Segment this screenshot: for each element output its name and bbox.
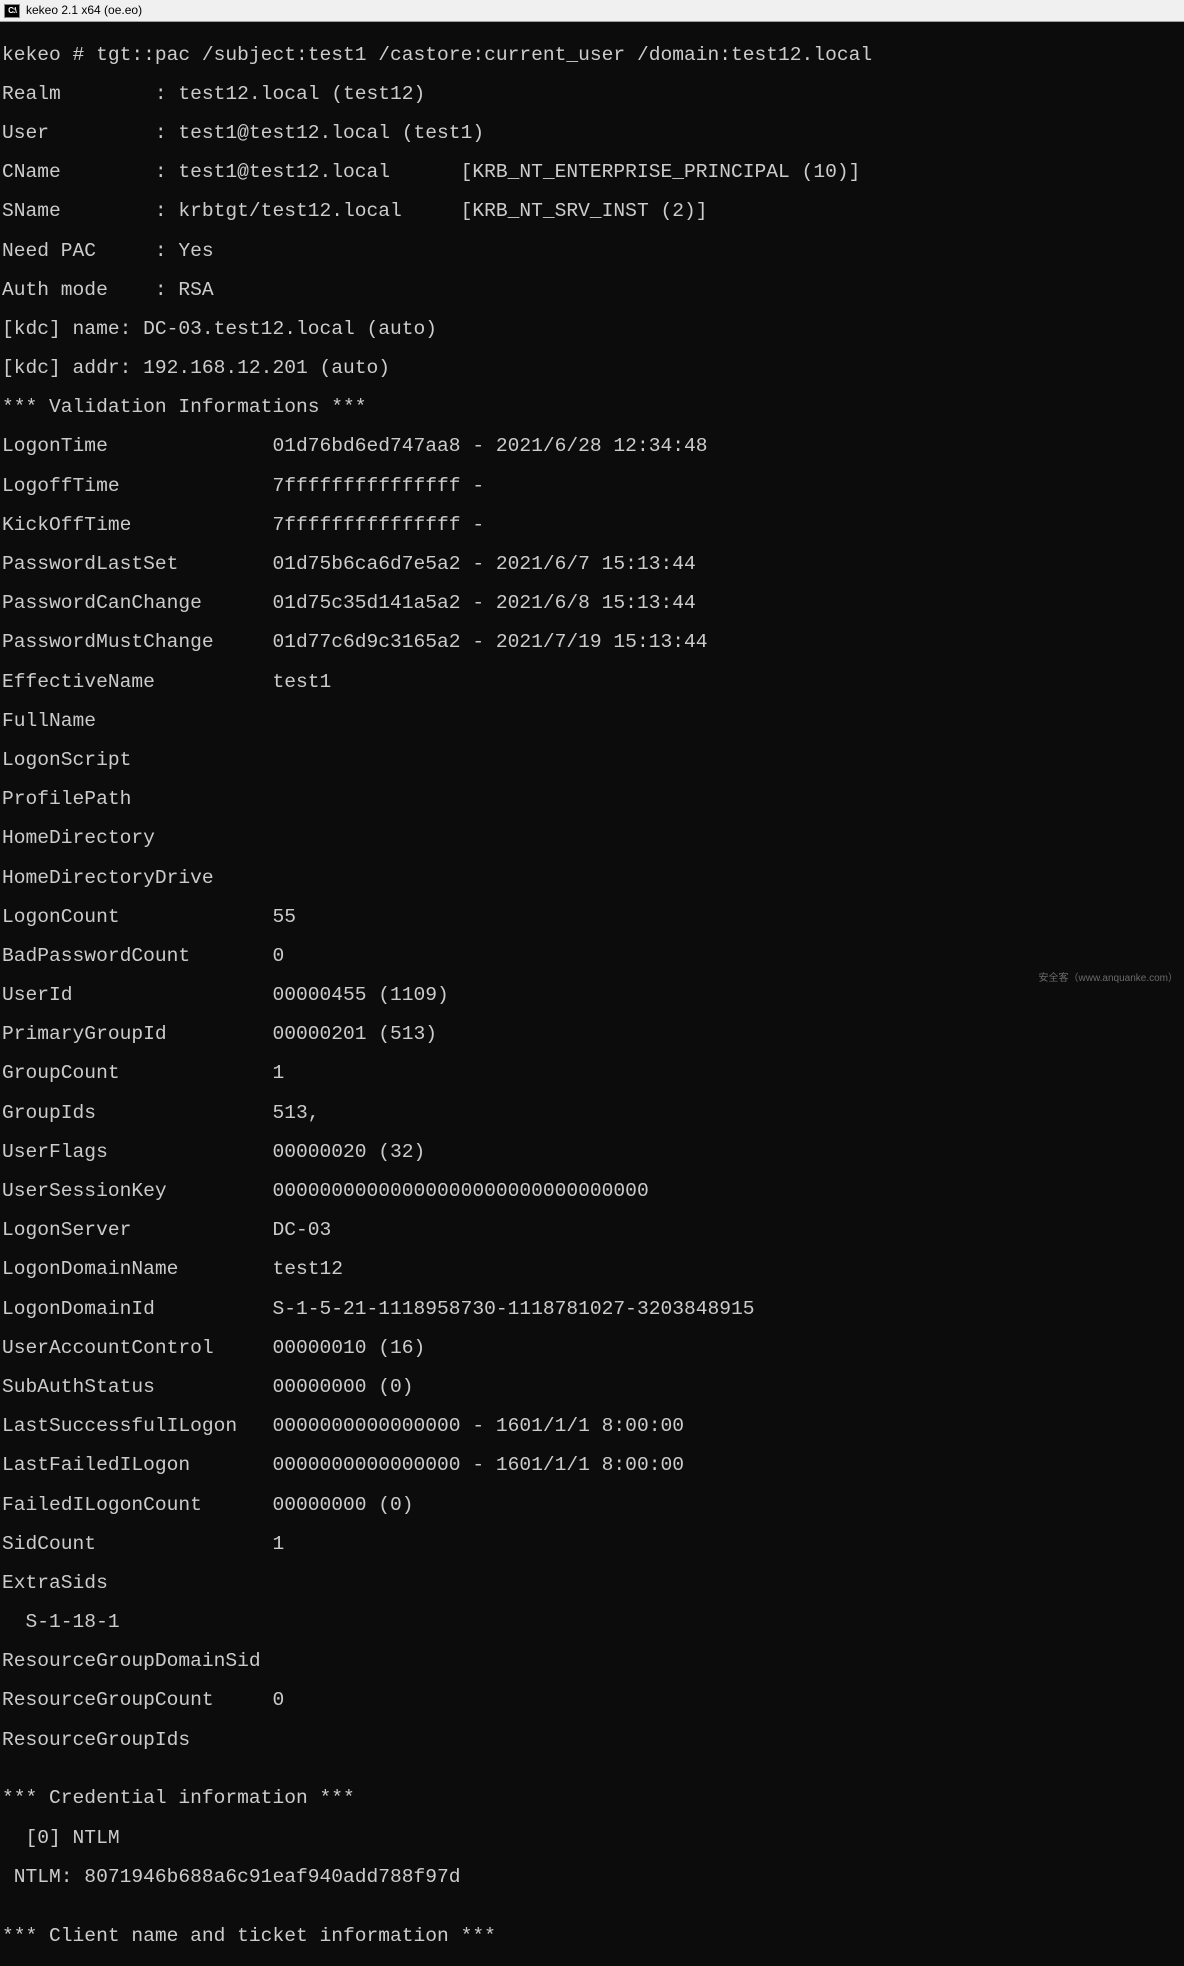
terminal-line: ProfilePath <box>2 790 1184 810</box>
terminal-line: [kdc] name: DC-03.test12.local (auto) <box>2 320 1184 340</box>
terminal-line: LogonDomainId S-1-5-21-1118958730-111878… <box>2 1300 1184 1320</box>
terminal-line: HomeDirectoryDrive <box>2 869 1184 889</box>
terminal-line: User : test1@test12.local (test1) <box>2 124 1184 144</box>
terminal-line: BadPasswordCount 0 <box>2 947 1184 967</box>
terminal-line: SName : krbtgt/test12.local [KRB_NT_SRV_… <box>2 202 1184 222</box>
terminal-line: GroupIds 513, <box>2 1104 1184 1124</box>
terminal-line: LogonScript <box>2 751 1184 771</box>
window-titlebar[interactable]: C:\ kekeo 2.1 x64 (oe.eo) <box>0 0 1184 22</box>
terminal-line: GroupCount 1 <box>2 1064 1184 1084</box>
terminal-output[interactable]: kekeo # tgt::pac /subject:test1 /castore… <box>0 22 1184 1966</box>
terminal-line: NTLM: 8071946b688a6c91eaf940add788f97d <box>2 1868 1184 1888</box>
terminal-line: *** Validation Informations *** <box>2 398 1184 418</box>
terminal-line: CName : test1@test12.local [KRB_NT_ENTER… <box>2 163 1184 183</box>
terminal-line: SidCount 1 <box>2 1535 1184 1555</box>
cmd-icon: C:\ <box>4 4 20 18</box>
terminal-line: FullName <box>2 712 1184 732</box>
terminal-line: UserAccountControl 00000010 (16) <box>2 1339 1184 1359</box>
terminal-line: [kdc] addr: 192.168.12.201 (auto) <box>2 359 1184 379</box>
terminal-line: S-1-18-1 <box>2 1613 1184 1633</box>
window-title: kekeo 2.1 x64 (oe.eo) <box>26 1 142 21</box>
terminal-line: *** Client name and ticket information *… <box>2 1927 1184 1947</box>
terminal-line: kekeo # tgt::pac /subject:test1 /castore… <box>2 46 1184 66</box>
terminal-line: LogoffTime 7fffffffffffffff - <box>2 477 1184 497</box>
terminal-line: EffectiveName test1 <box>2 673 1184 693</box>
terminal-line: ResourceGroupDomainSid <box>2 1652 1184 1672</box>
terminal-line: PasswordCanChange 01d75c35d141a5a2 - 202… <box>2 594 1184 614</box>
terminal-line: LastFailedILogon 0000000000000000 - 1601… <box>2 1456 1184 1476</box>
terminal-line: ResourceGroupCount 0 <box>2 1691 1184 1711</box>
terminal-line: LogonTime 01d76bd6ed747aa8 - 2021/6/28 1… <box>2 437 1184 457</box>
terminal-line: Realm : test12.local (test12) <box>2 85 1184 105</box>
terminal-line: Auth mode : RSA <box>2 281 1184 301</box>
terminal-line: ExtraSids <box>2 1574 1184 1594</box>
terminal-line: *** Credential information *** <box>2 1789 1184 1809</box>
terminal-line: SubAuthStatus 00000000 (0) <box>2 1378 1184 1398</box>
terminal-line: UserFlags 00000020 (32) <box>2 1143 1184 1163</box>
terminal-line: UserId 00000455 (1109) <box>2 986 1184 1006</box>
terminal-line: Need PAC : Yes <box>2 242 1184 262</box>
terminal-line: PasswordMustChange 01d77c6d9c3165a2 - 20… <box>2 633 1184 653</box>
terminal-line: LogonDomainName test12 <box>2 1260 1184 1280</box>
terminal-line: LastSuccessfulILogon 0000000000000000 - … <box>2 1417 1184 1437</box>
terminal-line: FailedILogonCount 00000000 (0) <box>2 1496 1184 1516</box>
watermark: 安全客（www.anquanke.com） <box>1039 969 1179 989</box>
terminal-line: PrimaryGroupId 00000201 (513) <box>2 1025 1184 1045</box>
terminal-line: LogonServer DC-03 <box>2 1221 1184 1241</box>
terminal-line: HomeDirectory <box>2 829 1184 849</box>
terminal-line: LogonCount 55 <box>2 908 1184 928</box>
terminal-line: PasswordLastSet 01d75b6ca6d7e5a2 - 2021/… <box>2 555 1184 575</box>
terminal-line: KickOffTime 7fffffffffffffff - <box>2 516 1184 536</box>
terminal-line: [0] NTLM <box>2 1829 1184 1849</box>
terminal-line: UserSessionKey 0000000000000000000000000… <box>2 1182 1184 1202</box>
terminal-line: ResourceGroupIds <box>2 1731 1184 1751</box>
